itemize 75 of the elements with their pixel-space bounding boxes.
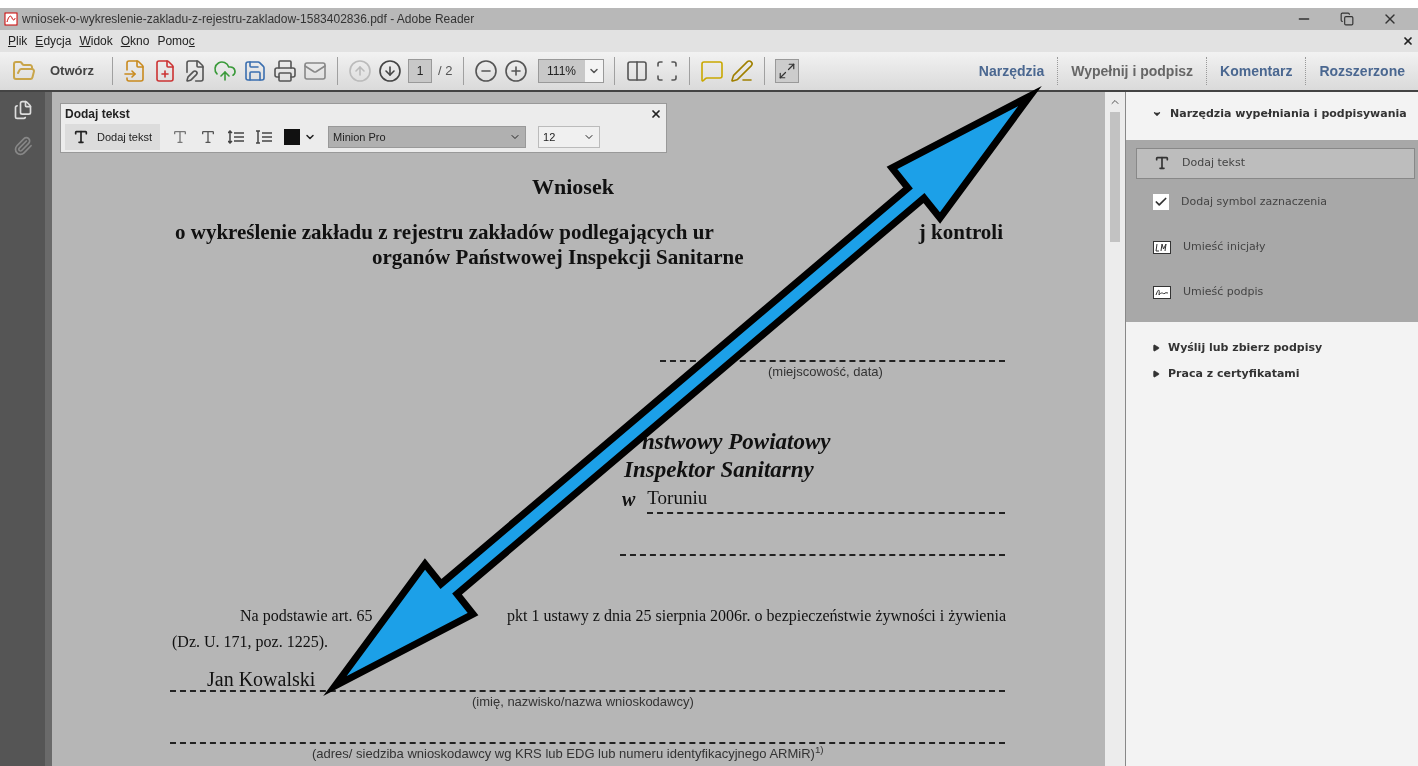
tool-item[interactable]: Umieść inicjały <box>1136 231 1415 263</box>
printer-icon[interactable] <box>273 59 298 83</box>
section-label: Wyślij lub zbierz podpisy <box>1168 339 1323 356</box>
section-label: Narzędzia wypełniania i podpisywania <box>1170 106 1407 122</box>
menu-item[interactable]: Plik <box>4 32 32 50</box>
paragraph-text: pkt 1 ustawy z dnia 25 sierpnia 2006r. o bezpieczeństwie żywności i żywienia <box>507 606 1006 627</box>
line-spacing-icon[interactable] <box>256 130 273 144</box>
page-field[interactable]: 1 <box>408 59 433 83</box>
applicant-name: Jan Kowalski <box>207 668 317 690</box>
menu-item[interactable]: Okno <box>116 32 154 50</box>
zoom-field[interactable]: 111% <box>537 59 604 83</box>
signature-icon <box>1153 285 1171 299</box>
paragraph-text: (Dz. U. 171, poz. 1225). <box>172 632 329 653</box>
font-field[interactable]: Minion Pro <box>328 126 527 148</box>
window-title: wniosek-o-wykreslenie-zakladu-z-rejestru-zakladow-1583402836.pdf - Adobe Reader <box>22 11 475 28</box>
line-spacing-icon[interactable] <box>228 130 245 144</box>
addressee-prefix: w <box>622 487 636 512</box>
menu-item[interactable]: Widok <box>75 32 117 50</box>
page-layout-icon[interactable] <box>624 59 649 83</box>
initials-icon <box>1153 240 1171 254</box>
collapsed-caret-icon <box>1152 370 1160 379</box>
size-field[interactable]: 12 <box>538 126 601 148</box>
scrollbar[interactable] <box>1105 92 1125 766</box>
restore-icon[interactable] <box>1340 12 1354 26</box>
toolbar-title: Dodaj tekst <box>65 106 130 123</box>
open-button[interactable]: Otwórz <box>42 61 103 81</box>
section-label: Praca z certyfikatami <box>1168 366 1300 382</box>
next-page-icon[interactable] <box>378 59 403 83</box>
addressee-text: nstwowy Powiatowy <box>642 427 832 456</box>
color-swatch <box>284 129 301 145</box>
expand-icon[interactable] <box>774 59 799 83</box>
panel-tab[interactable]: Wypełnij i podpisz <box>1057 57 1207 85</box>
menu-item[interactable]: Pomoc <box>153 32 199 50</box>
heading-text: j kontroli <box>918 220 1003 245</box>
panel-tab[interactable]: Rozszerzone <box>1305 57 1418 85</box>
fit-page-icon[interactable] <box>654 59 679 83</box>
paragraph-text: Na podstawie art. 65 <box>240 606 373 627</box>
paperclip-icon[interactable] <box>12 136 33 156</box>
caption-text: (imię, nazwisko/nazwa wnioskodawcy) <box>472 693 695 711</box>
tool-item[interactable]: Dodaj symbol zaznaczenia <box>1136 186 1415 218</box>
save-icon[interactable] <box>243 59 268 83</box>
caption-text: (adres/ siedziba wnioskodawcy wg KRS lub EDG lub numeru identyfikacyjnego ARMiR)$^{1)}$ <box>312 743 825 763</box>
addressee-text: Inspektor Sanitarny <box>624 455 815 484</box>
scrollbar-thumb[interactable] <box>1110 112 1120 242</box>
text-tool-icon <box>73 129 89 145</box>
pdf-icon <box>4 12 18 26</box>
section-header[interactable]: Narzędzia wypełniania i podpisywania <box>1126 106 1418 123</box>
text-tool-icon <box>1154 155 1170 171</box>
page-count: / 2 <box>438 62 453 81</box>
zoom-out-icon[interactable] <box>473 59 498 83</box>
cloud-upload-icon[interactable] <box>213 59 238 83</box>
collapsed-caret-icon <box>1152 343 1160 352</box>
tool-item[interactable]: Umieść podpis <box>1136 276 1415 308</box>
tool-item[interactable]: Dodaj tekst <box>1136 147 1415 179</box>
city-text: Toruniu <box>647 486 708 508</box>
zoom-in-icon[interactable] <box>503 59 528 83</box>
mail-icon[interactable] <box>303 59 328 83</box>
close-icon[interactable] <box>1402 35 1414 47</box>
section-header[interactable]: Wyślij lub zbierz podpisy <box>1126 339 1418 356</box>
panel-tab[interactable]: Komentarz <box>1206 57 1306 85</box>
caption-text: (miejscowość, data) <box>768 363 884 381</box>
panel-tab[interactable]: Narzędzia <box>965 57 1058 85</box>
text-size-icon[interactable] <box>200 129 217 145</box>
menu-item[interactable]: Edycja <box>31 32 76 50</box>
pen-icon[interactable] <box>729 59 754 83</box>
document-title: Wniosek <box>532 173 615 201</box>
text-size-icon[interactable] <box>172 129 189 145</box>
pages-icon[interactable] <box>12 100 33 120</box>
heading-text: organów Państwowej Inspekcji Sanitarne <box>372 245 745 270</box>
add-text-button[interactable]: Dodaj tekst <box>65 124 161 150</box>
close-icon[interactable] <box>650 108 662 120</box>
text-color-picker[interactable] <box>284 129 317 145</box>
section-header[interactable]: Praca z certyfikatami <box>1126 366 1418 383</box>
heading-text: o wykreślenie zakładu z rejestru zakładów podlegających ur <box>175 220 714 245</box>
checkmark-icon <box>1153 194 1169 210</box>
